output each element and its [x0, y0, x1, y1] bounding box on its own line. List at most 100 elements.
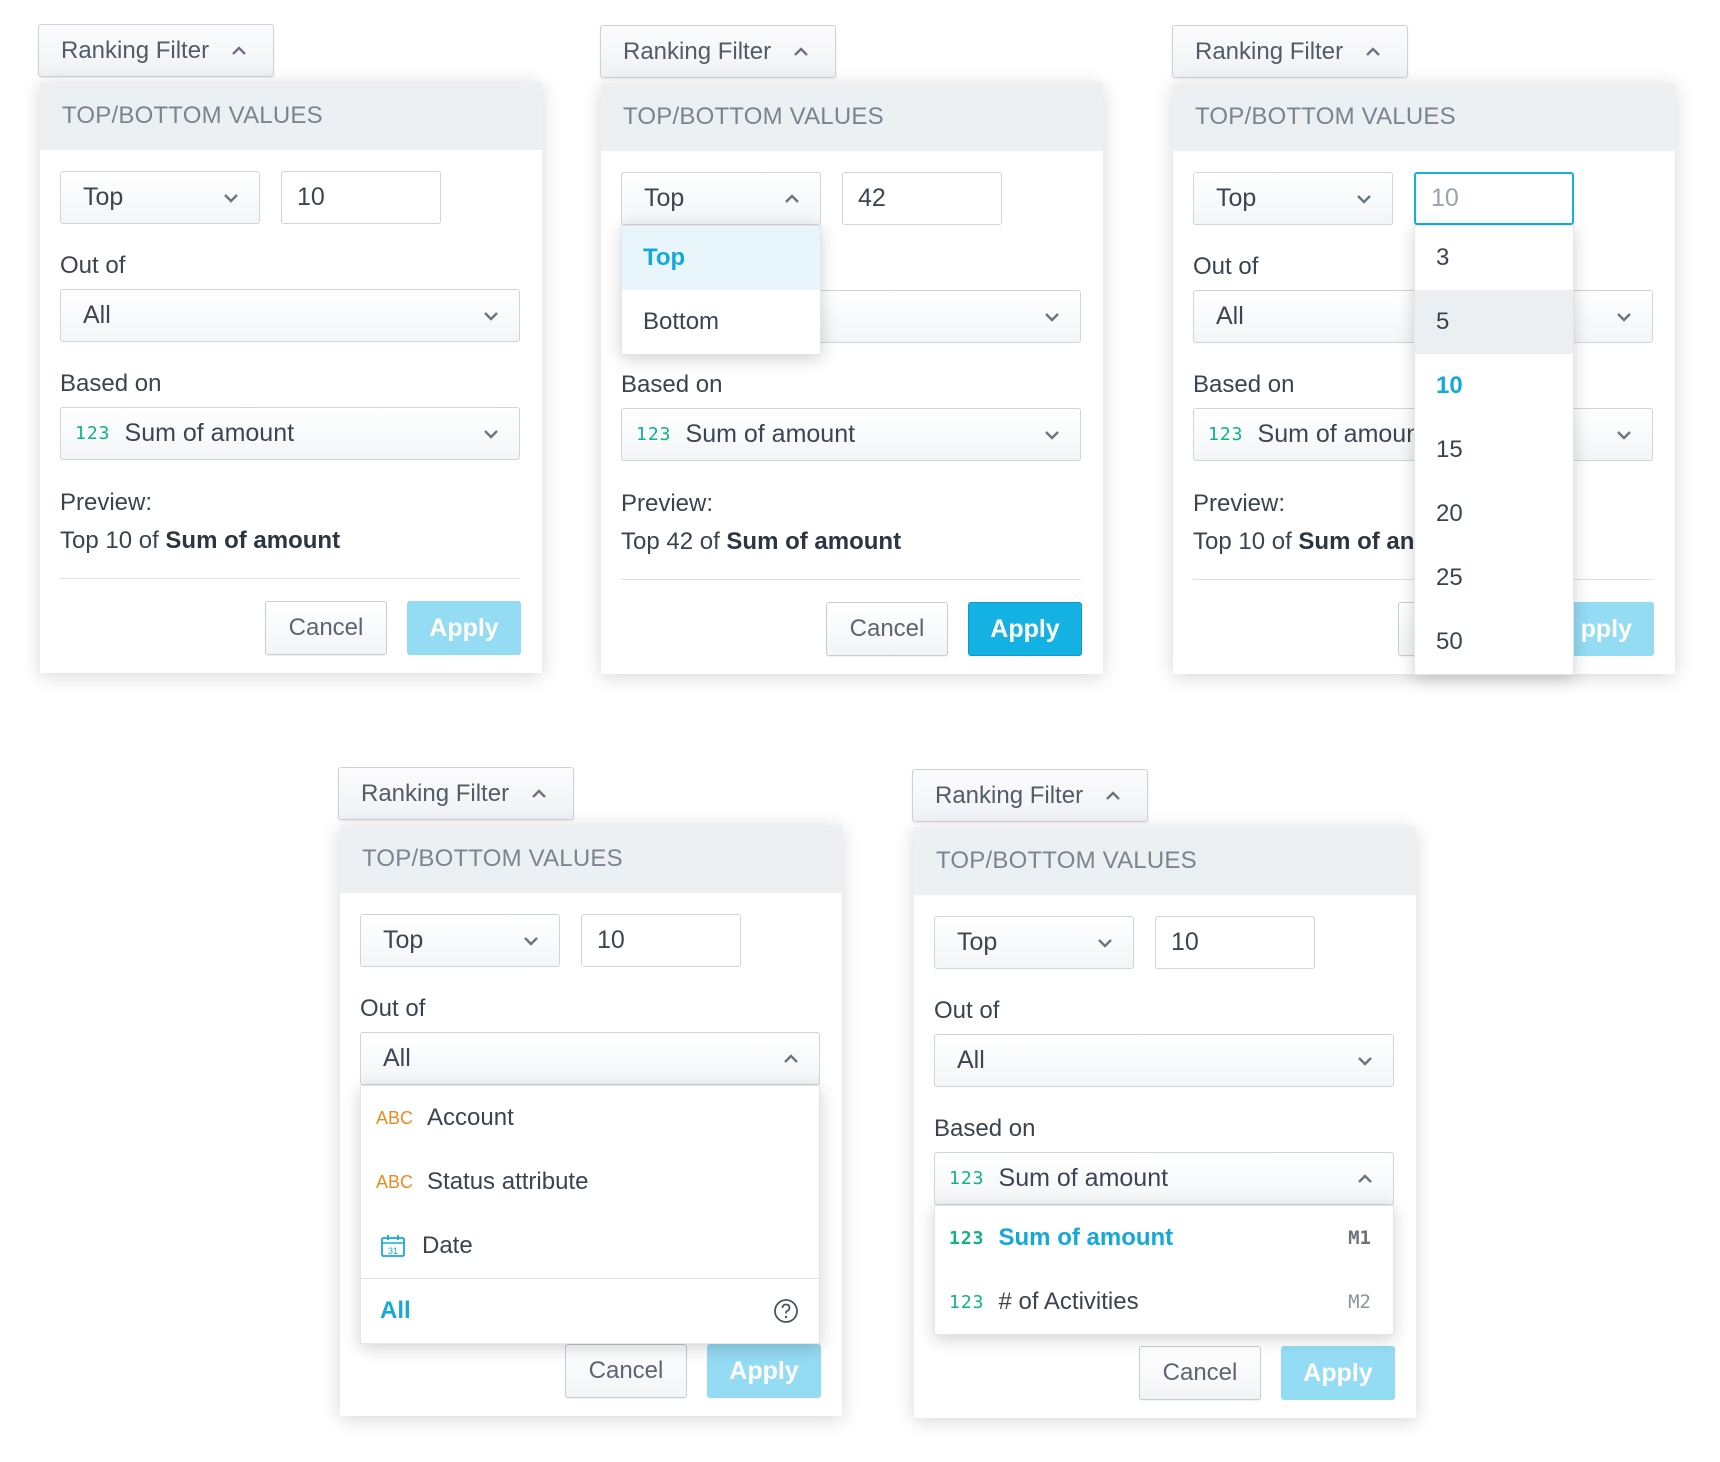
- count-option[interactable]: 5: [1415, 290, 1573, 354]
- out-of-option-status[interactable]: ABC Status attribute: [361, 1150, 819, 1214]
- count-menu: 3 5 10 15 20 25 50: [1414, 225, 1574, 675]
- apply-button[interactable]: Apply: [1281, 1346, 1395, 1400]
- count-option[interactable]: 10: [1415, 354, 1573, 418]
- count-option[interactable]: 15: [1415, 418, 1573, 482]
- divider: [60, 578, 520, 579]
- cancel-button[interactable]: Cancel: [565, 1344, 687, 1398]
- out-of-label: Out of: [1193, 253, 1259, 280]
- filter-panel: TOP/BOTTOM VALUES Top 10 Out of All Base…: [40, 82, 542, 673]
- out-of-select[interactable]: All: [60, 289, 520, 342]
- count-placeholder: 10: [1431, 184, 1459, 212]
- chevron-up-icon: [1106, 790, 1120, 800]
- count-option[interactable]: 50: [1415, 610, 1573, 674]
- count-option[interactable]: 20: [1415, 482, 1573, 546]
- out-of-select[interactable]: All: [934, 1034, 1394, 1087]
- ranking-filter-button[interactable]: Ranking Filter: [600, 25, 836, 78]
- ranking-filter-label: Ranking Filter: [935, 781, 1084, 809]
- count-option[interactable]: 3: [1415, 226, 1573, 290]
- filter-panel: TOP/BOTTOM VALUES Top 42 Top Bottom Base…: [601, 83, 1103, 674]
- out-of-select[interactable]: All: [360, 1032, 820, 1085]
- apply-label-partial: pply: [1580, 614, 1632, 643]
- calendar-day: 31: [388, 1246, 398, 1256]
- direction-select[interactable]: Top: [621, 172, 821, 225]
- panel-header: TOP/BOTTOM VALUES: [914, 827, 1416, 895]
- out-of-value: All: [83, 301, 111, 329]
- chevron-down-icon: [484, 311, 498, 321]
- based-on-select[interactable]: 123 Sum of amount: [934, 1152, 1394, 1205]
- apply-button[interactable]: Apply: [707, 1344, 821, 1398]
- based-on-select[interactable]: 123 Sum of amount: [60, 407, 520, 460]
- count-value: 10: [297, 183, 325, 211]
- chevron-down-icon: [1617, 312, 1631, 322]
- numeric-type-icon: 123: [949, 1168, 985, 1189]
- direction-option-top[interactable]: Top: [622, 226, 820, 290]
- count-input[interactable]: 10: [1414, 172, 1574, 225]
- based-on-select[interactable]: 123 Sum of amount: [621, 408, 1081, 461]
- out-of-value: All: [1216, 302, 1244, 330]
- direction-value: Top: [957, 928, 998, 956]
- apply-button[interactable]: Apply: [407, 601, 521, 655]
- chevron-up-icon: [794, 46, 808, 56]
- out-of-label: Out of: [60, 252, 126, 279]
- chevron-down-icon: [484, 429, 498, 439]
- apply-button[interactable]: Apply: [968, 602, 1082, 656]
- based-on-menu: 123 Sum of amount M1 123 # of Activities…: [934, 1205, 1394, 1335]
- panel-header: TOP/BOTTOM VALUES: [40, 82, 542, 150]
- count-input[interactable]: 10: [281, 171, 441, 224]
- count-value: 10: [597, 926, 625, 954]
- filter-panel: TOP/BOTTOM VALUES Top 10 Out of All Base…: [1173, 83, 1675, 675]
- direction-select[interactable]: Top: [934, 916, 1134, 969]
- direction-select[interactable]: Top: [60, 171, 260, 224]
- direction-menu: Top Bottom: [621, 225, 821, 355]
- preview-metric: Sum of amount: [726, 528, 902, 555]
- metric-key: M2: [1348, 1291, 1371, 1313]
- count-input[interactable]: 42: [842, 172, 1002, 225]
- ranking-filter-button[interactable]: Ranking Filter: [912, 769, 1148, 822]
- divider: [621, 579, 1081, 580]
- out-of-menu: ABC Account ABC Status attribute 31 Date: [360, 1085, 820, 1344]
- direction-value: Top: [83, 183, 124, 211]
- ranking-filter-button[interactable]: Ranking Filter: [38, 24, 274, 77]
- direction-value: Top: [644, 184, 685, 212]
- count-input[interactable]: 10: [1155, 916, 1315, 969]
- chevron-up-icon: [1366, 46, 1380, 56]
- chevron-down-icon: [224, 193, 238, 203]
- option-label: All: [380, 1297, 411, 1324]
- preview-text: Top 10 of Sum of amount: [60, 527, 340, 555]
- count-option[interactable]: 25: [1415, 546, 1573, 610]
- direction-select[interactable]: Top: [360, 914, 560, 967]
- numeric-type-icon: 123: [636, 424, 672, 445]
- chevron-down-icon: [1617, 430, 1631, 440]
- based-on-value: Sum of amount: [124, 419, 295, 447]
- direction-select[interactable]: Top: [1193, 172, 1393, 225]
- help-icon[interactable]: [773, 1298, 799, 1324]
- preview-prefix: Top 10 of: [1193, 528, 1292, 555]
- option-label: Account: [427, 1104, 514, 1131]
- cancel-button[interactable]: Cancel: [1139, 1346, 1261, 1400]
- calendar-icon: 31: [381, 1235, 405, 1257]
- cancel-button[interactable]: Cancel: [826, 602, 948, 656]
- ranking-filter-label: Ranking Filter: [361, 779, 510, 807]
- out-of-option-account[interactable]: ABC Account: [361, 1086, 819, 1150]
- text-attribute-icon: ABC: [376, 1107, 414, 1128]
- text-attribute-icon: ABC: [376, 1171, 414, 1192]
- preview-label: Preview:: [621, 490, 714, 517]
- based-on-option-sum[interactable]: 123 Sum of amount M1: [935, 1206, 1393, 1270]
- ranking-filter-button[interactable]: Ranking Filter: [338, 767, 574, 820]
- out-of-value: All: [957, 1046, 985, 1074]
- cancel-button[interactable]: Cancel: [265, 601, 387, 655]
- direction-value: Top: [383, 926, 424, 954]
- out-of-label: Out of: [934, 997, 1000, 1024]
- out-of-option-date[interactable]: 31 Date: [361, 1214, 819, 1278]
- chevron-down-icon: [1045, 430, 1059, 440]
- chevron-up-icon: [532, 788, 546, 798]
- numeric-type-icon: 123: [1208, 424, 1244, 445]
- count-value: 42: [858, 184, 886, 212]
- ranking-filter-button[interactable]: Ranking Filter: [1172, 25, 1408, 78]
- chevron-up-icon: [784, 1053, 798, 1063]
- based-on-option-activities[interactable]: 123 # of Activities M2: [935, 1270, 1393, 1334]
- preview-text: Top 42 of Sum of amount: [621, 528, 901, 556]
- direction-option-bottom[interactable]: Bottom: [622, 290, 820, 354]
- count-input[interactable]: 10: [581, 914, 741, 967]
- out-of-option-all[interactable]: All: [361, 1279, 819, 1343]
